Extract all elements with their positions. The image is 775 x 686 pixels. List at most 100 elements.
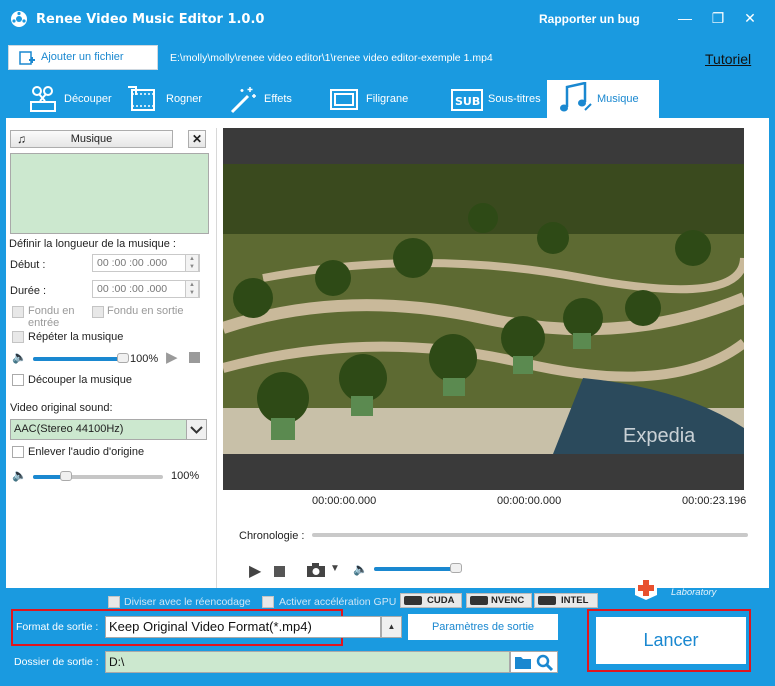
play-music-icon[interactable]: ▶ [166, 348, 178, 366]
stop-icon[interactable] [274, 566, 285, 577]
tab-filigrane[interactable]: Filigrane [328, 80, 418, 118]
gpu-accel-checkbox[interactable] [262, 596, 274, 608]
original-volume-percent: 100% [171, 470, 200, 482]
duration-input[interactable]: 00 :00 :00 .000 [92, 280, 200, 298]
tab-musique[interactable]: Musique [547, 80, 659, 118]
start-time-input[interactable]: 00 :00 :00 .000 [92, 254, 200, 272]
start-label: Début : [10, 259, 46, 271]
folder-icon[interactable] [514, 655, 532, 670]
remove-music-button[interactable]: ✕ [188, 130, 206, 148]
camera-icon[interactable] [306, 562, 326, 578]
player-volume-knob[interactable] [449, 563, 462, 573]
nvidia-icon [404, 596, 422, 605]
file-path: E:\molly\molly\renee video editor\1\rene… [170, 52, 493, 64]
expedia-watermark: Expedia [623, 425, 696, 447]
tab-rogner-label: Rogner [166, 93, 203, 105]
tutorial-link[interactable]: Tutoriel [705, 51, 751, 67]
renee-logo-brand: RENE.E [669, 572, 720, 586]
format-dropdown-icon[interactable]: ▲ [381, 616, 402, 638]
nvenc-badge: NVENC [466, 593, 532, 608]
stop-music-icon[interactable] [189, 352, 200, 363]
music-list[interactable] [10, 153, 209, 234]
folder-actions [510, 651, 558, 673]
fade-out-checkbox[interactable] [92, 306, 104, 318]
folder-label: Dossier de sortie : [14, 656, 99, 668]
tab-sous-titres-label: Sous-titres [488, 93, 541, 105]
output-params-button[interactable]: Paramètres de sortie [408, 614, 558, 640]
fade-in-label: Fondu en entrée [28, 305, 75, 329]
speaker-icon: 🔈 [12, 468, 27, 482]
tab-effets[interactable]: Effets [226, 80, 306, 118]
speaker-icon: 🔈 [12, 350, 27, 364]
scissors-clapper-icon [30, 86, 56, 112]
video-preview[interactable]: Expedia [223, 128, 744, 490]
nvenc-label: NVENC [491, 595, 525, 606]
minimize-icon[interactable]: — [675, 10, 695, 26]
remove-audio-checkbox[interactable] [12, 446, 24, 458]
cut-music-checkbox[interactable] [12, 374, 24, 386]
duration-stepper[interactable]: ▲ ▼ [185, 280, 199, 298]
renee-logo: RENE.E Laboratory [631, 571, 741, 601]
intel-icon [538, 596, 556, 605]
gpu-accel-label: Activer accélération GPU [279, 596, 397, 608]
original-volume-knob[interactable] [59, 471, 72, 481]
tab-sous-titres[interactable]: SUB Sous-titres [450, 80, 545, 118]
renee-logo-sub: Laboratory [671, 587, 717, 598]
repeat-checkbox[interactable] [12, 331, 24, 343]
close-icon: ✕ [191, 132, 203, 146]
search-icon[interactable] [536, 654, 554, 672]
play-icon[interactable]: ▶ [249, 561, 261, 581]
app-title: Renee Video Music Editor 1.0.0 [36, 12, 265, 27]
add-file-icon [19, 51, 35, 65]
svg-text:SUB: SUB [455, 95, 480, 108]
title-bar: Renee Video Music Editor 1.0.0 Rapporter… [0, 0, 775, 40]
fade-in-checkbox[interactable] [12, 306, 24, 318]
speaker-icon: 🔈 [353, 562, 368, 576]
split-reencode-label: Diviser avec le réencodage [124, 596, 251, 608]
start-time-stepper[interactable]: ▲ ▼ [185, 254, 199, 272]
nvidia-icon [470, 596, 488, 605]
output-folder-input[interactable]: D:\ [105, 651, 510, 673]
original-sound-select[interactable]: AAC(Stereo 44100Hz) [10, 419, 187, 440]
music-volume-percent: 100% [130, 353, 159, 365]
player-volume-fill [374, 567, 456, 571]
time-start: 00:00:00.000 [312, 495, 377, 507]
app-logo-icon [11, 11, 27, 27]
chevron-down-icon [190, 426, 203, 434]
restore-icon[interactable]: ❐ [708, 10, 728, 27]
tab-bar: Découper Rogner Effets Filigrane SUB Sou… [0, 80, 775, 118]
tab-effets-label: Effets [264, 93, 292, 105]
remove-audio-label: Enlever l'audio d'origine [28, 446, 145, 458]
original-sound-dropdown[interactable] [186, 419, 207, 440]
cuda-badge: CUDA [400, 593, 462, 608]
tab-rogner[interactable]: Rogner [128, 80, 213, 118]
timeline-slider[interactable] [312, 533, 748, 537]
player-volume-slider[interactable] [374, 567, 460, 571]
crop-film-icon [128, 86, 155, 111]
tab-musique-label: Musique [597, 93, 639, 105]
launch-button[interactable]: Lancer [596, 617, 746, 664]
music-button[interactable]: ♫ Musique [10, 130, 173, 148]
timeline-label: Chronologie : [239, 530, 305, 542]
time-end: 00:00:23.196 [682, 495, 747, 507]
format-select[interactable]: Keep Original Video Format(*.mp4) [105, 616, 381, 638]
original-volume-slider[interactable] [33, 475, 163, 479]
add-file-button[interactable]: Ajouter un fichier [8, 45, 158, 70]
panel-divider [216, 128, 217, 588]
tab-decouper[interactable]: Découper [28, 80, 123, 118]
snapshot-dropdown-icon[interactable]: ▼ [330, 563, 340, 574]
define-length-label: Définir la longueur de la musique : [9, 238, 176, 250]
renee-logo-icon [635, 577, 657, 600]
add-file-label: Ajouter un fichier [41, 51, 124, 63]
time-current: 00:00:00.000 [497, 495, 562, 507]
music-volume-knob[interactable] [117, 353, 129, 363]
watermark-frame-icon [330, 89, 358, 110]
split-reencode-checkbox[interactable] [108, 596, 120, 608]
close-icon[interactable]: ✕ [740, 10, 760, 27]
music-volume-slider[interactable] [33, 357, 123, 361]
magic-wand-icon [230, 87, 256, 114]
cut-music-label: Découper la musique [28, 374, 132, 386]
report-bug-link[interactable]: Rapporter un bug [539, 12, 640, 26]
tab-decouper-label: Découper [64, 93, 112, 105]
repeat-label: Répéter la musique [28, 331, 124, 343]
